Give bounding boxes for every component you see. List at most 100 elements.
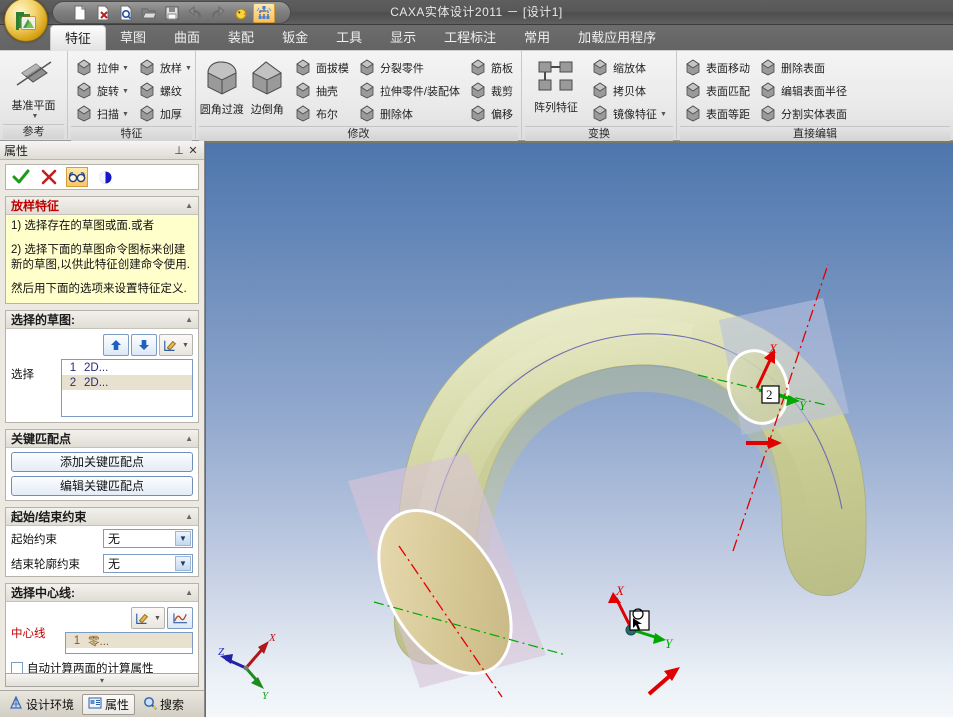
split-part-button[interactable]: 分裂零件	[356, 57, 463, 79]
qat-overflow-button[interactable]: ▿	[265, 5, 270, 16]
ribbon-tab-6[interactable]: 显示	[376, 25, 430, 51]
ribbon-tab-9[interactable]: 加载应用程序	[564, 25, 670, 51]
chevron-down-icon[interactable]: ▼	[660, 111, 667, 118]
trim-button[interactable]: 裁剪	[467, 80, 516, 102]
design-tree-icon[interactable]	[253, 2, 275, 23]
fillet-button[interactable]: 圆角过渡	[199, 56, 244, 117]
close-icon[interactable]: ✕	[186, 144, 200, 157]
undo-icon[interactable]	[184, 3, 206, 23]
face-move-button[interactable]: 表面移动	[682, 57, 753, 79]
end-constraint-select[interactable]: 无 ▼	[103, 554, 193, 574]
loft-help-header[interactable]: 放样特征 ▲	[6, 197, 198, 215]
icon-wrap	[592, 105, 610, 123]
chevron-down-icon[interactable]: ▼	[32, 113, 39, 120]
chevron-up-icon[interactable]: ▲	[185, 434, 193, 443]
bottom-tab-2[interactable]: 搜索	[138, 694, 189, 715]
ribbon-tab-2[interactable]: 曲面	[160, 25, 214, 51]
start-end-constraint-header[interactable]: 起始/结束约束 ▲	[6, 508, 198, 527]
rib-button[interactable]: 筋板	[467, 57, 516, 79]
open-icon[interactable]	[138, 3, 160, 23]
chevron-down-icon[interactable]: ▼	[122, 111, 129, 118]
chevron-down-icon[interactable]: ▼	[182, 342, 189, 349]
new-from-template-icon[interactable]	[92, 3, 114, 23]
offset-button[interactable]: 偏移	[467, 103, 516, 125]
chamfer-button[interactable]: 边倒角	[244, 56, 289, 117]
panel-scroll-down-button[interactable]: ▾	[5, 673, 199, 687]
delete-body-button[interactable]: 删除体	[356, 103, 463, 125]
stretch-part-button[interactable]: 拉伸零件/装配体	[356, 80, 463, 102]
ribbon-tab-label: 曲面	[174, 30, 201, 45]
sweep-button[interactable]: 扫描 ▼	[73, 103, 132, 125]
face-draft-button[interactable]: 面拔模	[292, 57, 352, 79]
bottom-tab-1[interactable]: 属性	[82, 693, 136, 715]
chevron-up-icon[interactable]: ▲	[185, 315, 193, 324]
edit-sketch-button[interactable]: ▼	[159, 334, 193, 357]
chevron-down-icon[interactable]: ▼	[154, 615, 161, 622]
face-offset-button[interactable]: 表面等距	[682, 103, 753, 125]
ribbon-tab-1[interactable]: 草图	[106, 25, 160, 51]
viewport-3d[interactable]: X Y X Y 2 X Y Z	[206, 143, 953, 717]
shell-button[interactable]: 抽壳	[292, 80, 352, 102]
ribbon-tab-0[interactable]: 特征	[50, 25, 107, 52]
list-item[interactable]: 1 零...	[66, 633, 192, 649]
face-match-button[interactable]: 表面匹配	[682, 80, 753, 102]
split-face-button[interactable]: 分割实体表面	[757, 103, 850, 125]
edit-key-match-point-button[interactable]: 编辑关键匹配点	[11, 476, 193, 497]
save-icon[interactable]	[161, 3, 183, 23]
bottom-tab-0[interactable]: 设计环境	[4, 694, 79, 715]
pattern-feature-button[interactable]: 阵列特征	[525, 56, 587, 115]
revolve-button[interactable]: 旋转 ▼	[73, 80, 132, 102]
cancel-button[interactable]	[38, 167, 60, 187]
pick-curve-button[interactable]	[167, 607, 193, 630]
centerline-list[interactable]: 1 零...	[65, 632, 193, 655]
chevron-up-icon[interactable]: ▲	[185, 588, 193, 597]
scale-body-button[interactable]: 缩放体	[589, 57, 670, 79]
chevron-down-icon[interactable]: ▼	[185, 65, 192, 72]
sketch-list[interactable]: 1 2D... 2 2D...	[61, 359, 193, 418]
chevron-down-icon[interactable]: ▼	[122, 65, 129, 72]
edit-face-radius-button[interactable]: 编辑表面半径	[757, 80, 850, 102]
pin-icon[interactable]: ⊥	[172, 144, 186, 157]
loft-button[interactable]: 放样 ▼	[136, 57, 195, 79]
extrude-button[interactable]: 拉伸 ▼	[73, 57, 132, 79]
ribbon-tab-3[interactable]: 装配	[214, 25, 268, 51]
redo-icon[interactable]	[207, 3, 229, 23]
new-preview-icon[interactable]	[115, 3, 137, 23]
thread-button[interactable]: 螺纹	[136, 80, 195, 102]
color-button[interactable]	[94, 167, 116, 187]
ribbon-tab-4[interactable]: 钣金	[268, 25, 322, 51]
delete-face-button[interactable]: 删除表面	[757, 57, 850, 79]
ribbon-group-reference: 基准平面 ▼ 参考	[0, 51, 68, 139]
add-key-match-point-button[interactable]: 添加关键匹配点	[11, 452, 193, 473]
thicken-button[interactable]: 加厚	[136, 103, 195, 125]
preview-toggle-button[interactable]	[66, 167, 88, 187]
ribbon-item-label: 螺纹	[159, 86, 182, 98]
list-item[interactable]: 1 2D...	[62, 360, 192, 375]
innovation-icon[interactable]	[230, 3, 252, 23]
start-constraint-select[interactable]: 无 ▼	[103, 529, 193, 549]
new-icon[interactable]	[69, 3, 91, 23]
mirror-feature-button[interactable]: 镜像特征 ▼	[589, 103, 670, 125]
list-item[interactable]: 2 2D...	[62, 375, 192, 391]
accept-button[interactable]	[10, 167, 32, 187]
selected-sketch-header[interactable]: 选择的草图: ▲	[6, 311, 198, 330]
move-down-button[interactable]	[131, 334, 157, 357]
ribbon-tab-8[interactable]: 常用	[510, 25, 564, 51]
datum-plane-button[interactable]: 基准平面 ▼	[3, 56, 64, 120]
boolean-button[interactable]: 布尔	[292, 103, 352, 125]
centerline-header[interactable]: 选择中心线: ▲	[6, 584, 198, 603]
chevron-down-icon[interactable]: ▼	[175, 531, 191, 547]
chevron-up-icon[interactable]: ▲	[185, 201, 193, 210]
application-orb-button[interactable]	[4, 0, 48, 42]
ribbon-tab-7[interactable]: 工程标注	[430, 25, 510, 51]
selection-cursor-marker	[629, 608, 650, 631]
chevron-down-icon[interactable]: ▼	[122, 88, 129, 95]
move-up-button[interactable]	[103, 334, 129, 357]
ribbon-tab-5[interactable]: 工具	[322, 25, 376, 51]
chevron-up-icon[interactable]: ▲	[185, 512, 193, 521]
quick-access-toolbar[interactable]	[52, 1, 291, 24]
copy-body-button[interactable]: 拷贝体	[589, 80, 670, 102]
chevron-down-icon[interactable]: ▼	[175, 556, 191, 572]
key-match-point-header[interactable]: 关键匹配点 ▲	[6, 430, 198, 449]
edit-centerline-button[interactable]: ▼	[131, 607, 165, 630]
